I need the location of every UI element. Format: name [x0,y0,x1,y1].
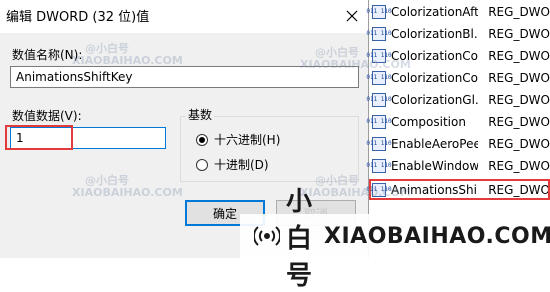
registry-row[interactable]: 011 110 ColorizationBl... REG_DWO [366,23,550,44]
reg-dword-icon: 011 110 [366,92,392,107]
registry-row-type: REG_DWO [488,48,550,63]
value-name-field[interactable]: AnimationsShiftKey [10,66,359,88]
radio-hex[interactable]: 十六进制(H) [196,131,280,148]
watermark-banner: 小白号 XIAOBAIHAO.COM [240,187,550,291]
registry-row-name: AnimationsShi... [391,182,478,197]
reg-dword-icon: 011 110 [366,70,392,85]
registry-row-name: Composition [391,114,466,129]
registry-row-name: ColorizationCo... [391,70,478,85]
reg-dword-icon: 011 110 [366,136,392,151]
registry-row-type: REG_DWO [488,4,550,19]
value-data-label: 数值数据(V): [12,109,82,123]
radio-selected-dot [199,136,205,143]
registry-row-name: ColorizationBl... [391,26,479,41]
registry-row[interactable]: 011 110ColorizationCo... REG_DWO [366,45,550,66]
radio-dec-indicator[interactable] [196,158,208,171]
reg-dword-icon: 011 110 [366,114,392,129]
close-button[interactable] [336,2,368,30]
registry-row[interactable]: 011 110 ColorizationGl... REG_DWO [366,89,550,110]
registry-row[interactable]: 011 110ColorizationAft... REG_DWO [366,1,550,22]
reg-dword-icon: 011 110 [366,4,392,19]
dialog-title: 编辑 DWORD (32 位)值 [6,10,150,25]
registry-row-name: ColorizationGl... [391,92,479,107]
value-data-field[interactable]: 1 [10,127,166,149]
registry-row-name: EnableWindow... [391,158,479,173]
registry-row-type: REG_DWO [488,114,550,129]
reg-dword-icon: 011 110 [366,182,392,197]
base-label: 基数 [186,106,215,123]
registry-row-type: REG_DWO [488,26,550,41]
registry-row[interactable]: 011 110 Composition REG_DWO [366,111,550,132]
banner-brand-en: XIAOBAIHAO.COM [324,223,550,249]
registry-row-type: REG_DWO [488,182,550,197]
reg-dword-icon: 011 110 [366,26,392,41]
reg-dword-icon: 011 110 [366,158,392,173]
banner-brand-cn: 小白号 [286,186,315,291]
radio-dec-label: 十进制(D) [214,158,269,172]
radio-hex-indicator[interactable] [196,133,208,146]
registry-row-name: ColorizationCo... [391,48,478,63]
registry-row-type: REG_DWO [488,92,550,107]
registry-row[interactable]: 011 110EnableWindow... REG_DWO [366,155,550,176]
radio-dec[interactable]: 十进制(D) [196,156,269,173]
registry-row[interactable]: 011 110 EnableAeroPeek REG_DWO [366,133,550,154]
registry-row-name: ColorizationAft... [391,4,479,19]
close-icon [346,10,358,22]
registry-row-type: REG_DWO [488,158,550,173]
registry-row[interactable]: 011 110ColorizationCo... REG_DWO [366,67,550,88]
reg-dword-icon: 011 110 [366,48,392,63]
registry-row-type: REG_DWO [488,136,550,151]
value-name-label: 数值名称(N): [12,48,83,62]
registry-row-type: REG_DWO [488,70,550,85]
radio-hex-label: 十六进制(H) [214,133,281,147]
registry-row-name: EnableAeroPeek [391,136,479,151]
registry-row-selected[interactable]: 011 110AnimationsShi... REG_DWO [366,179,550,200]
broadcast-icon [254,223,280,249]
dialog-titlebar[interactable]: 编辑 DWORD (32 位)值 [0,0,368,33]
